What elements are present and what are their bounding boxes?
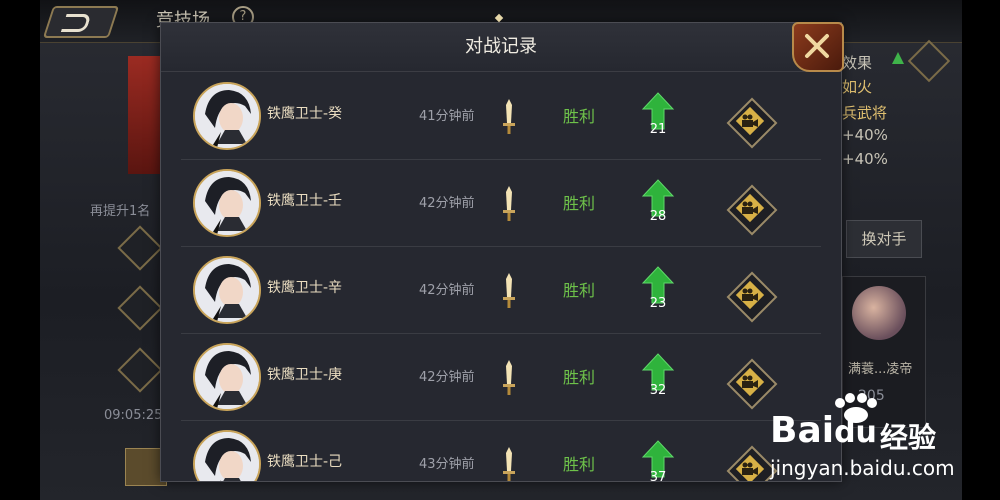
battle-result: 胜利: [563, 455, 596, 474]
player-avatar: [193, 430, 261, 481]
replay-button[interactable]: [726, 445, 778, 481]
rank-hint: 再提升1名: [90, 204, 151, 219]
battle-time: 42分钟前: [419, 370, 475, 385]
close-x-icon: [805, 34, 829, 58]
watermark-url: jingyan.baidu.com: [770, 456, 955, 480]
replay-button[interactable]: [726, 271, 778, 323]
dialog-title: 对战记录: [465, 36, 537, 57]
buff-line-2: 兵武将: [842, 104, 888, 122]
player-name: 铁鹰卫士-辛: [267, 280, 343, 296]
watermark-jingyan: 经验: [880, 421, 937, 454]
battle-record-row: 铁鹰卫士-壬 42分钟前 胜利 28: [181, 160, 821, 247]
swap-opponent-button[interactable]: 换对手: [846, 220, 922, 258]
player-name: 铁鹰卫士-己: [267, 454, 343, 470]
opponent-name: 满蓑...凌帝: [848, 362, 913, 377]
rank-change: 23: [649, 296, 667, 311]
battle-time: 42分钟前: [419, 196, 475, 211]
buff-line-3: +40%: [842, 126, 888, 144]
attack-sword-icon: [503, 273, 515, 308]
battle-result: 胜利: [563, 107, 596, 126]
attack-sword-icon: [503, 186, 515, 221]
buff-line-4: +40%: [842, 150, 888, 168]
player-name: 铁鹰卫士-癸: [267, 106, 343, 122]
rank-change: 32: [649, 383, 667, 398]
rank-banner: [128, 56, 160, 174]
rank-change: 21: [649, 122, 667, 137]
battle-result: 胜利: [563, 194, 596, 213]
battle-record-row: 铁鹰卫士-癸 41分钟前 胜利 21: [181, 73, 821, 160]
video-camera-icon: [742, 462, 758, 475]
battle-record-row: 铁鹰卫士-庚 42分钟前 胜利 32: [181, 334, 821, 421]
video-camera-icon: [742, 288, 758, 301]
replay-button[interactable]: [726, 97, 778, 149]
player-name: 铁鹰卫士-庚: [267, 367, 343, 383]
replay-button[interactable]: [726, 358, 778, 410]
player-avatar: [193, 343, 261, 411]
video-camera-icon: [742, 114, 758, 127]
close-button[interactable]: [792, 22, 844, 72]
battle-time: 41分钟前: [419, 109, 475, 124]
battle-record-list: 铁鹰卫士-癸 41分钟前 胜利 21 铁鹰卫士-壬 42分钟前 胜利 28 铁鹰…: [181, 73, 821, 481]
player-avatar: [193, 256, 261, 324]
player-avatar: [193, 82, 261, 150]
battle-result: 胜利: [563, 368, 596, 387]
player-avatar: [193, 169, 261, 237]
battle-record-row: 铁鹰卫士-己 43分钟前 胜利 37: [181, 421, 821, 482]
watermark-brand: Baidu: [770, 410, 877, 451]
buff-line-1: 如火: [842, 78, 873, 96]
player-name: 铁鹰卫士-壬: [267, 193, 343, 209]
countdown-time: 09:05:25: [104, 408, 163, 423]
battle-time: 42分钟前: [419, 283, 475, 298]
replay-button[interactable]: [726, 184, 778, 236]
video-camera-icon: [742, 201, 758, 214]
battle-record-row: 铁鹰卫士-辛 42分钟前 胜利 23: [181, 247, 821, 334]
back-button[interactable]: [42, 6, 120, 38]
rank-change: 37: [649, 470, 667, 482]
opponent-avatar: [852, 286, 906, 340]
up-arrow-icon: [892, 52, 904, 64]
battle-record-dialog: 对战记录 铁鹰卫士-癸 41分钟前 胜利 21 铁鹰卫士-壬 42分钟前 胜利: [160, 22, 842, 482]
rank-change: 28: [649, 209, 667, 224]
attack-sword-icon: [503, 99, 515, 134]
battle-time: 43分钟前: [419, 457, 475, 472]
attack-sword-icon: [503, 447, 515, 481]
effect-label: 效果: [842, 54, 873, 72]
battle-result: 胜利: [563, 281, 596, 300]
attack-sword-icon: [503, 360, 515, 395]
video-camera-icon: [742, 375, 758, 388]
